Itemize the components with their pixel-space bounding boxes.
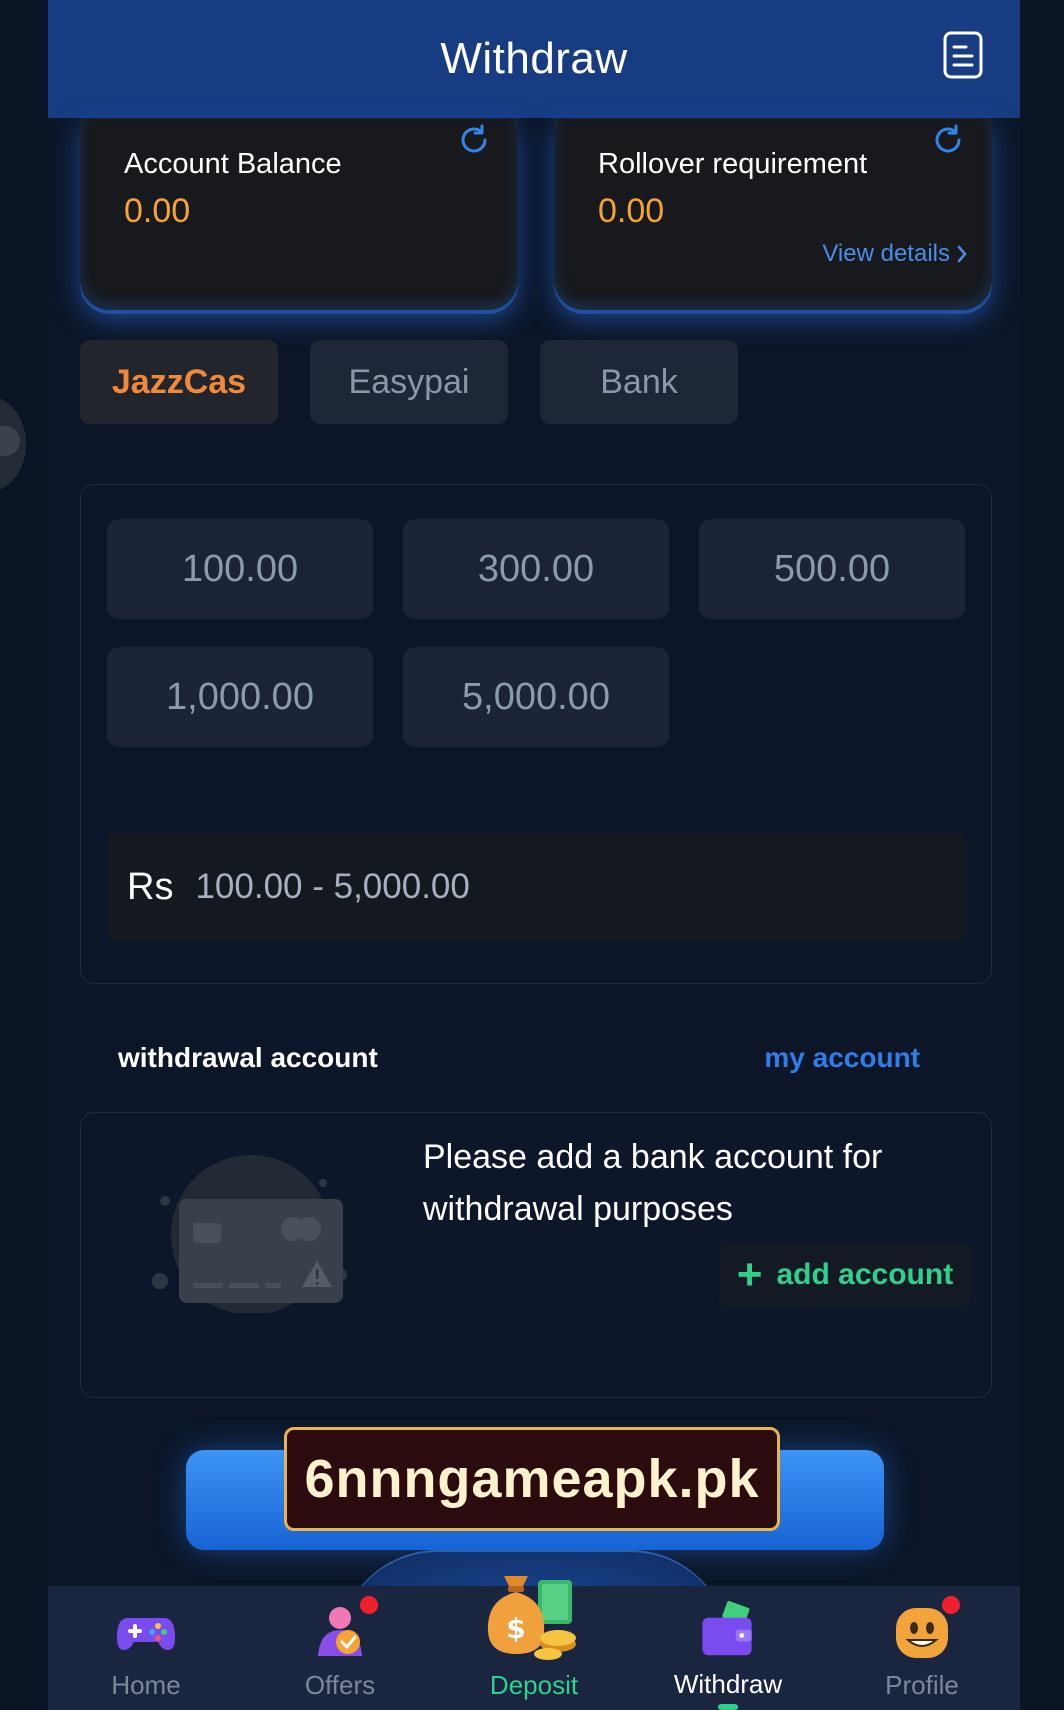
tab-bank[interactable]: Bank: [540, 340, 738, 424]
watermark-text: 6nnngameapk.pk: [304, 1449, 760, 1509]
notification-badge: [942, 1596, 960, 1614]
offers-icon: [308, 1596, 378, 1664]
tab-easypaisa[interactable]: Easypai: [310, 340, 508, 424]
nav-label: Home: [111, 1670, 181, 1700]
amount-panel: 100.00 300.00 500.00 1,000.00 5,000.00 R…: [80, 484, 992, 984]
nav-home[interactable]: Home: [66, 1600, 226, 1710]
tab-label: JazzCas: [111, 362, 247, 401]
currency-label: Rs: [127, 865, 174, 908]
account-balance-label: Account Balance: [124, 148, 342, 180]
document-icon[interactable]: [942, 30, 984, 80]
amount-option-5000[interactable]: 5,000.00: [403, 647, 669, 747]
nav-label: Profile: [885, 1670, 959, 1700]
watermark-banner: 6nnngameapk.pk: [284, 1427, 780, 1531]
withdraw-screen: Withdraw Account Balance 0.00 Rollover r…: [48, 0, 1020, 1710]
account-balance-value: 0.00: [124, 192, 191, 230]
svg-text:$: $: [506, 1612, 525, 1645]
add-account-button[interactable]: + add account: [719, 1243, 971, 1307]
add-account-label: add account: [776, 1258, 954, 1291]
tab-jazzcash[interactable]: JazzCas: [80, 340, 278, 424]
withdrawal-account-title: withdrawal account: [118, 1042, 378, 1073]
account-balance-card: Account Balance 0.00: [80, 118, 518, 310]
amount-label: 100.00: [181, 547, 299, 590]
amount-option-300[interactable]: 300.00: [403, 519, 669, 619]
nav-profile[interactable]: Profile: [842, 1596, 1002, 1710]
amount-placeholder: 100.00 - 5,000.00: [195, 867, 470, 906]
rollover-label: Rollover requirement: [598, 148, 868, 180]
profile-face-icon: [890, 1596, 960, 1664]
chevron-right-icon: [957, 245, 967, 263]
tab-label: Bank: [600, 362, 678, 401]
view-details-link[interactable]: View details: [822, 240, 968, 268]
bank-card-warning-icon: [152, 1155, 347, 1313]
amount-label: 5,000.00: [462, 675, 610, 718]
header: Withdraw: [48, 0, 1020, 118]
nav-label: Deposit: [489, 1670, 579, 1700]
refresh-icon[interactable]: [930, 122, 966, 158]
gamepad-icon: [116, 1618, 176, 1650]
amount-label: 1,000.00: [166, 675, 314, 718]
amount-label: 500.00: [773, 547, 891, 590]
rollover-value: 0.00: [598, 192, 665, 230]
nav-label: Withdraw: [673, 1669, 783, 1700]
nav-withdraw[interactable]: Withdraw: [648, 1600, 808, 1710]
plus-icon: +: [736, 1250, 763, 1299]
rollover-card: Rollover requirement 0.00 View details: [554, 118, 992, 310]
wallet-icon: [702, 1600, 752, 1656]
tab-label: Easypai: [348, 362, 470, 401]
amount-option-100[interactable]: 100.00: [107, 519, 373, 619]
page-title: Withdraw: [440, 34, 628, 83]
amount-label: 300.00: [477, 547, 595, 590]
my-account-link[interactable]: my account: [764, 1042, 920, 1074]
view-details-label: View details: [822, 240, 950, 267]
active-indicator: [718, 1704, 738, 1710]
notification-badge: [360, 1596, 378, 1614]
amount-option-1000[interactable]: 1,000.00: [107, 647, 373, 747]
floating-side-button[interactable]: [0, 396, 26, 492]
nav-offers[interactable]: Offers: [260, 1596, 420, 1710]
money-bag-icon: $: [487, 1576, 576, 1660]
nav-label: Offers: [304, 1670, 376, 1700]
amount-input[interactable]: Rs 100.00 - 5,000.00: [107, 833, 967, 941]
withdrawal-account-panel: Please add a bank account for withdrawal…: [80, 1112, 992, 1398]
nav-deposit[interactable]: $ Deposit: [454, 1570, 614, 1710]
add-account-message: Please add a bank account for withdrawal…: [423, 1138, 883, 1228]
refresh-icon[interactable]: [456, 122, 492, 158]
amount-option-500[interactable]: 500.00: [699, 519, 965, 619]
